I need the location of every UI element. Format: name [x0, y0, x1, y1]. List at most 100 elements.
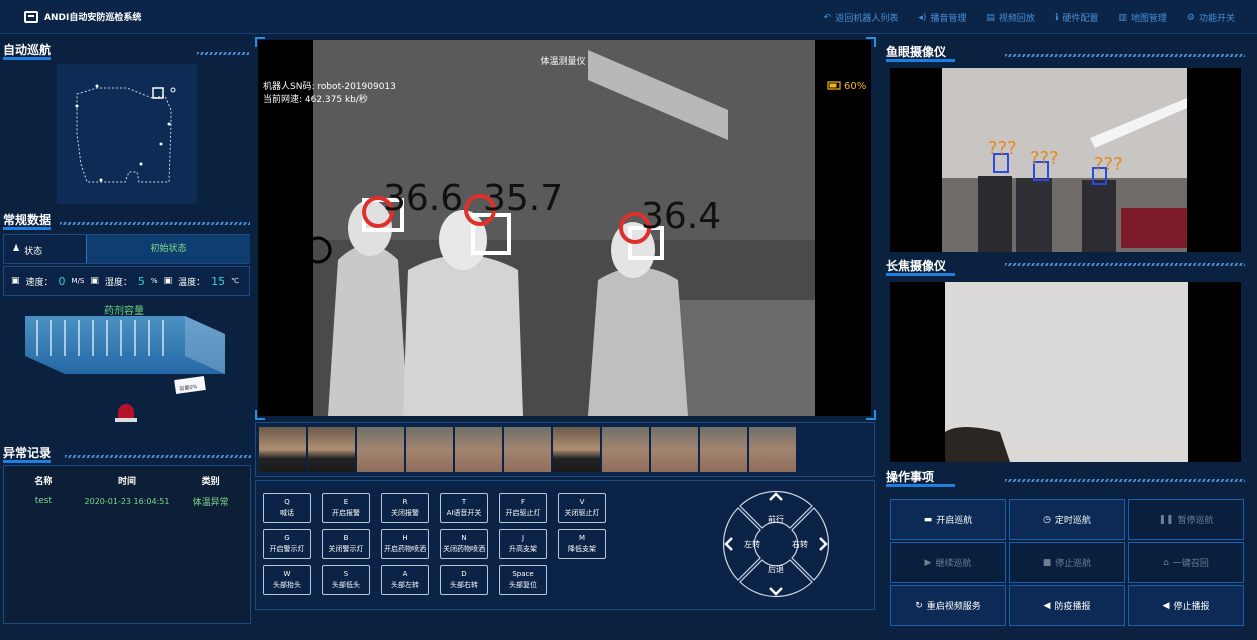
- patrol-map[interactable]: [57, 64, 197, 204]
- film-icon: ▤: [986, 12, 995, 23]
- key-button-space[interactable]: Space 头部复位: [499, 565, 547, 595]
- fisheye-camera-feed[interactable]: ??? ??? ???: [890, 68, 1241, 252]
- app-root: ANDI自动安防巡检系统 ↶ 返回机器人列表 ◂) 播音管理 ▤ 视频回放 ℹ 硬件配置…: [0, 0, 1257, 640]
- section-underline: [886, 273, 1001, 276]
- network-speed: 当前网速: 462.375 kb/秒: [263, 93, 368, 105]
- key-button-f[interactable]: F 开启驱止灯: [499, 493, 547, 523]
- nav-feature-switch[interactable]: ⚙ 功能开关: [1186, 11, 1235, 25]
- speed-value: 0: [58, 274, 66, 288]
- nav-hardware-config[interactable]: ℹ 硬件配置: [1054, 11, 1098, 25]
- stop-broadcast-button[interactable]: ◀ 停止播报: [1128, 585, 1244, 626]
- tank-illustration: 容量0%: [25, 316, 225, 422]
- scheduled-patrol-button[interactable]: ◷ 定时巡航: [1009, 499, 1125, 540]
- refresh-icon: ↻: [915, 600, 923, 611]
- key-button-q[interactable]: Q 喊话: [263, 493, 311, 523]
- stop-icon: ■: [1042, 557, 1052, 568]
- key-button-d[interactable]: D 头部右转: [440, 565, 488, 595]
- pause-icon: ❚❚: [1158, 514, 1174, 525]
- top-nav: ↶ 返回机器人列表 ◂) 播音管理 ▤ 视频回放 ℹ 硬件配置 ▥ 地图管理 ⚙ 功能开关: [823, 11, 1235, 25]
- abnormal-records-table: 名称 时间 类别 test 2020-01-23 16:04:51 体温异常: [3, 465, 251, 624]
- section-dash: [197, 52, 249, 55]
- back-arrow-icon: ↶: [823, 12, 832, 23]
- face-thumbnail[interactable]: [308, 427, 355, 472]
- key-button-w[interactable]: W 头部抬头: [263, 565, 311, 595]
- face-thumbnail[interactable]: [651, 427, 698, 472]
- key-button-s[interactable]: S 头部低头: [322, 565, 370, 595]
- unknown-temp-mark: ???: [1094, 154, 1123, 175]
- temp-value: 15: [211, 274, 226, 288]
- person-icon: ♟: [12, 244, 21, 254]
- section-dash: [1005, 479, 1245, 482]
- key-button-n[interactable]: N 关闭药物喷洒: [440, 529, 488, 559]
- speed-label: 速度：: [25, 277, 53, 288]
- face-thumbnail[interactable]: [357, 427, 404, 472]
- robot-sn: 机器人SN码: robot-201909013: [263, 80, 396, 92]
- table-row[interactable]: test 2020-01-23 16:04:51 体温异常: [4, 494, 250, 508]
- section-dash: [65, 455, 251, 458]
- metrics-row: ▣ 速度： 0 M/S ▣ 湿度： 5 % ▣ 温度： 15 ℃: [3, 266, 250, 296]
- gear-icon: ⚙: [1186, 12, 1195, 23]
- face-thumbnail[interactable]: [749, 427, 796, 472]
- app-title: ANDI自动安防巡检系统: [44, 13, 142, 23]
- face-thumbnail[interactable]: [700, 427, 747, 472]
- info-icon: ℹ: [1054, 12, 1059, 23]
- fisheye-scene: ??? ??? ???: [942, 68, 1187, 252]
- epidemic-broadcast-button[interactable]: ◀ 防疫播报: [1009, 585, 1125, 626]
- state-row: ♟ 状态 初始状态: [3, 234, 250, 264]
- resume-patrol-button[interactable]: ▶ 继续巡航: [890, 542, 1006, 583]
- key-button-t[interactable]: T AI语音开关: [440, 493, 488, 523]
- key-button-h[interactable]: H 开启药物喷洒: [381, 529, 429, 559]
- temp-reading: 36.4: [641, 196, 721, 237]
- unknown-temp-mark: ???: [988, 138, 1017, 159]
- nav-video-playback[interactable]: ▤ 视频回放: [986, 11, 1035, 25]
- key-button-m[interactable]: M 降低支架: [558, 529, 606, 559]
- face-thumbnail[interactable]: [553, 427, 600, 472]
- stop-patrol-button[interactable]: ■ 停止巡航: [1009, 542, 1125, 583]
- telephoto-camera-title: 长焦摄像仪: [886, 259, 947, 273]
- megaphone-icon: ◀: [1043, 600, 1051, 611]
- telephoto-camera-feed[interactable]: [890, 282, 1241, 462]
- fisheye-camera-title: 鱼眼摄像仪: [886, 45, 947, 59]
- car-icon: ▣: [163, 276, 173, 286]
- recall-icon: ⌂: [1163, 557, 1169, 568]
- face-thumbnail[interactable]: [259, 427, 306, 472]
- speaker-icon: ◂): [918, 12, 927, 23]
- state-label: 状态: [24, 247, 43, 257]
- section-underline: [3, 57, 83, 60]
- key-button-e[interactable]: E 开启报警: [322, 493, 370, 523]
- temp-label: 温度：: [178, 277, 206, 288]
- restart-video-service-button[interactable]: ↻ 重启视频服务: [890, 585, 1006, 626]
- app-logo: ANDI自动安防巡检系统: [24, 10, 141, 23]
- key-button-r[interactable]: R 关闭报警: [381, 493, 429, 523]
- key-button-a[interactable]: A 头部左转: [381, 565, 429, 595]
- face-thumbnail[interactable]: [406, 427, 453, 472]
- patrol-route-svg: [75, 84, 176, 183]
- pause-patrol-button[interactable]: ❚❚ 暂停巡航: [1128, 499, 1244, 540]
- section-dash: [1005, 263, 1245, 266]
- operations-panel: ▬ 开启巡航 ◷ 定时巡航 ❚❚ 暂停巡航 ▶ 继续巡航 ■ 停止巡航 ⌂ 一键召回 ↻ 重启…: [888, 497, 1245, 627]
- key-button-b[interactable]: B 关闭警示灯: [322, 529, 370, 559]
- key-button-j[interactable]: J 升高支架: [499, 529, 547, 559]
- face-thumbnail[interactable]: [504, 427, 551, 472]
- section-underline: [3, 227, 83, 230]
- direction-pad: 前行 左转 右转 后退: [722, 490, 830, 598]
- thermal-scene: 36.6 35.7 36.4 体温测量仪 机器人SN码: robot-20190…: [258, 40, 871, 416]
- temp-unit: ℃: [231, 277, 239, 285]
- nav-broadcast-management[interactable]: ◂) 播音管理: [918, 11, 966, 25]
- face-thumbnail[interactable]: [455, 427, 502, 472]
- nav-map-management[interactable]: ▥ 地图管理: [1118, 11, 1167, 25]
- one-key-recall-button[interactable]: ⌂ 一键召回: [1128, 542, 1244, 583]
- thermal-video-feed[interactable]: 36.6 35.7 36.4 体温测量仪 机器人SN码: robot-20190…: [258, 40, 871, 416]
- key-button-g[interactable]: G 开启警示灯: [263, 529, 311, 559]
- face-thumbnail[interactable]: [602, 427, 649, 472]
- state-value: 初始状态: [86, 235, 250, 263]
- temp-reading: 36.6: [383, 178, 463, 219]
- dpad-left-label: 左转: [744, 539, 760, 549]
- nav-back-to-robot-list[interactable]: ↶ 返回机器人列表: [823, 11, 899, 25]
- top-bar: ANDI自动安防巡检系统 ↶ 返回机器人列表 ◂) 播音管理 ▤ 视频回放 ℹ 硬件配置…: [0, 0, 1257, 34]
- key-button-v[interactable]: V 关闭驱止灯: [558, 493, 606, 523]
- speed-unit: M/S: [71, 277, 85, 285]
- battery-level: 60%: [844, 81, 866, 92]
- start-patrol-button[interactable]: ▬ 开启巡航: [890, 499, 1006, 540]
- temp-reading: 35.7: [483, 178, 563, 219]
